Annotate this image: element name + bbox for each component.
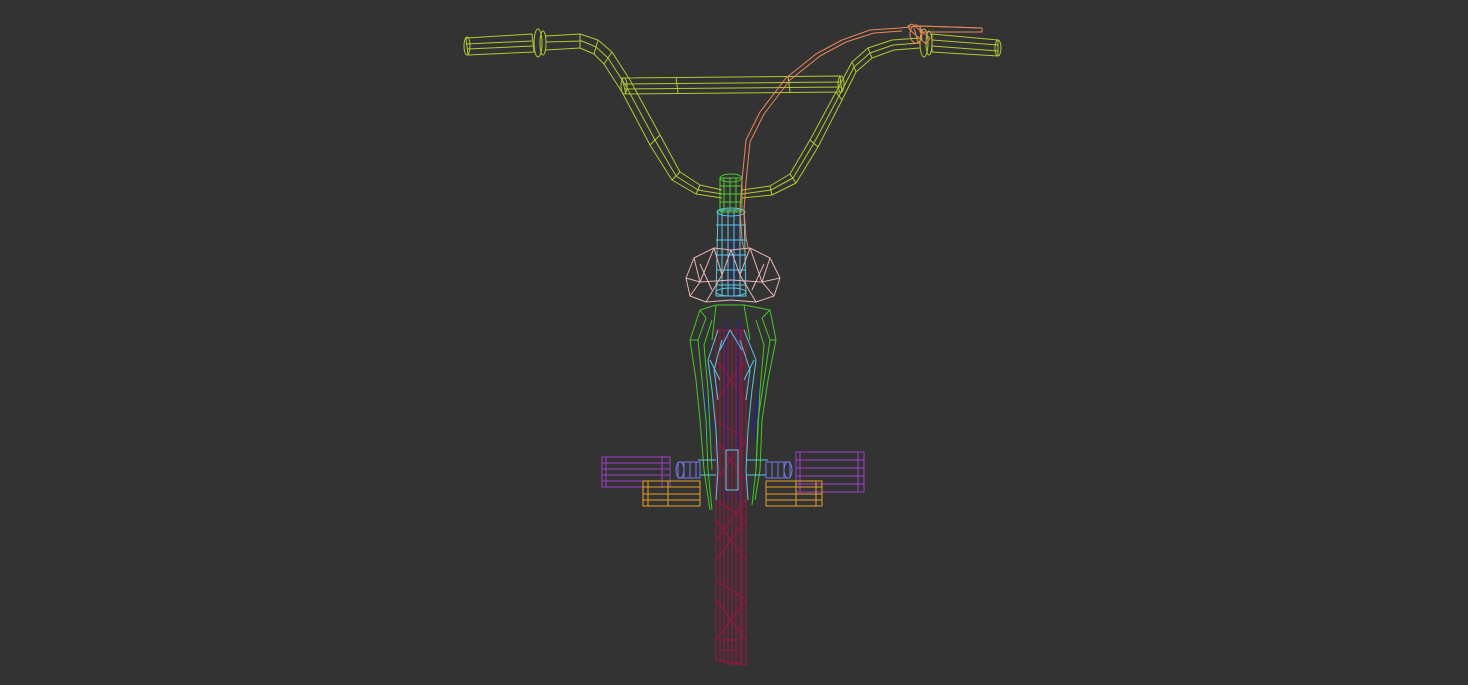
bmx-wireframe-model xyxy=(463,23,1002,666)
frame-detail xyxy=(701,215,761,500)
stem xyxy=(719,173,743,213)
seat xyxy=(685,247,781,303)
front-wheel xyxy=(715,329,747,666)
handlebar xyxy=(463,28,1002,199)
brake-cable xyxy=(739,23,983,251)
3d-viewport-wireframe[interactable] xyxy=(0,0,1468,685)
